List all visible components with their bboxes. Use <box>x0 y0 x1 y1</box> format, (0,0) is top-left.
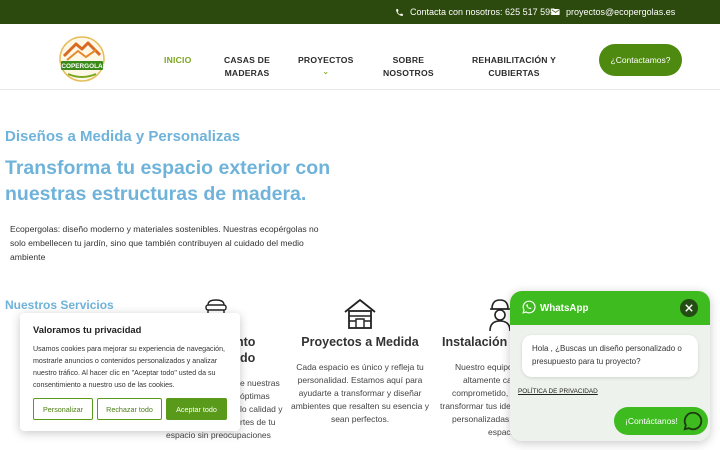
cookie-accept-button[interactable]: Aceptar todo <box>166 398 227 420</box>
service-1-title-part-2: do <box>240 351 256 365</box>
nav-inicio[interactable]: INICIO <box>164 54 191 67</box>
whatsapp-brand: WhatsApp <box>522 300 588 317</box>
service-3-text-2: altamente cap <box>463 375 517 385</box>
whatsapp-contact-button[interactable]: ¡Contáctanos! <box>614 407 708 435</box>
service-3-text-4: transformar tus idea <box>440 401 516 411</box>
phone-contact[interactable]: Contacta con nosotros: 625 517 595 <box>395 7 555 17</box>
hero-title: Transforma tu espacio exterior con nuest… <box>5 157 331 205</box>
hero-subtitle: Diseños a Medida y Personalizas <box>5 128 241 145</box>
phone-text: Contacta con nosotros: 625 517 595 <box>410 7 556 17</box>
hero-description: Ecopergolas: diseño moderno y materiales… <box>10 224 319 262</box>
service-2-text-4: ambientes que resalten su esencia y <box>291 401 429 411</box>
cookie-title: Valoramos tu privacidad <box>33 324 142 335</box>
nav-sobre-nosotros[interactable]: SOBRE NOSOTROS <box>383 54 434 80</box>
nav-rehabilitacion-cubiertas[interactable]: REHABILITACIÓN Y CUBIERTAS <box>472 54 556 80</box>
services-heading: Nuestros Servicios <box>5 298 114 312</box>
site-logo[interactable]: ECOPERGOLAS <box>56 34 108 84</box>
cookie-text: Usamos cookies para mejorar su experienc… <box>33 345 226 389</box>
cookie-consent-banner: Valoramos tu privacidad Usamos cookies p… <box>20 313 240 431</box>
service-1-text-2: óptimas <box>240 391 270 401</box>
house-blueprint-icon <box>343 298 377 335</box>
phone-icon <box>395 8 404 17</box>
service-1-text-1: e nuestras <box>240 378 280 388</box>
nav-proyectos[interactable]: PROYECTOS ⌄ <box>298 54 354 76</box>
service-3-text-5: personalizadas c <box>452 414 516 424</box>
whatsapp-chat-widget: WhatsApp Hola , ¿Buscas un diseño person… <box>510 291 710 441</box>
cookie-customize-button[interactable]: Personalizar <box>33 398 93 420</box>
service-2-title: Proyectos a Medida <box>301 335 419 349</box>
service-3-text-3: comprometido, e <box>452 388 516 398</box>
whatsapp-body: Hola , ¿Buscas un diseño personalizado o… <box>510 325 710 441</box>
whatsapp-header: WhatsApp <box>510 291 710 325</box>
chat-bubble-icon <box>682 410 704 432</box>
nav-casas-de-maderas[interactable]: CASAS DE MADERAS <box>224 54 270 80</box>
page: Contacta con nosotros: 625 517 595 proye… <box>0 0 720 450</box>
site-header: ECOPERGOLAS INICIO CASAS DE MADERAS PROY… <box>0 24 720 90</box>
email-contact[interactable]: proyectos@ecopergolas.es <box>551 7 675 17</box>
whatsapp-message-bubble: Hola , ¿Buscas un diseño personalizado o… <box>522 335 698 377</box>
close-icon <box>685 299 693 317</box>
whatsapp-close-button[interactable] <box>680 299 698 317</box>
svg-text:ECOPERGOLAS: ECOPERGOLAS <box>57 63 107 70</box>
service-1-text-3: lo calidad y <box>240 404 283 414</box>
whatsapp-icon <box>522 300 536 317</box>
cookie-reject-button[interactable]: Rechazar todo <box>97 398 162 420</box>
top-contact-bar: Contacta con nosotros: 625 517 595 proye… <box>0 0 720 24</box>
service-2-text-5: sean perfectos. <box>330 414 390 424</box>
envelope-icon <box>551 8 560 16</box>
service-2-text-2: personalidad. Estamos aquí para <box>297 375 423 385</box>
service-1-text-4: rtes de tu <box>240 417 276 427</box>
chevron-down-icon: ⌄ <box>322 67 330 76</box>
whatsapp-privacy-link[interactable]: POLÍTICA DE PRIVACIDAD <box>518 388 598 395</box>
service-3-text-1: Nuestro equipo <box>455 362 513 372</box>
service-2-text-1: Cada espacio es único y refleja tu <box>296 362 424 372</box>
service-2-text-3: ayudarte a transformar y diseñar <box>298 388 422 398</box>
email-text: proyectos@ecopergolas.es <box>566 7 676 17</box>
service-3-title: Instalación P <box>442 335 520 349</box>
contact-cta-button[interactable]: ¿Contactamos? <box>599 44 682 76</box>
